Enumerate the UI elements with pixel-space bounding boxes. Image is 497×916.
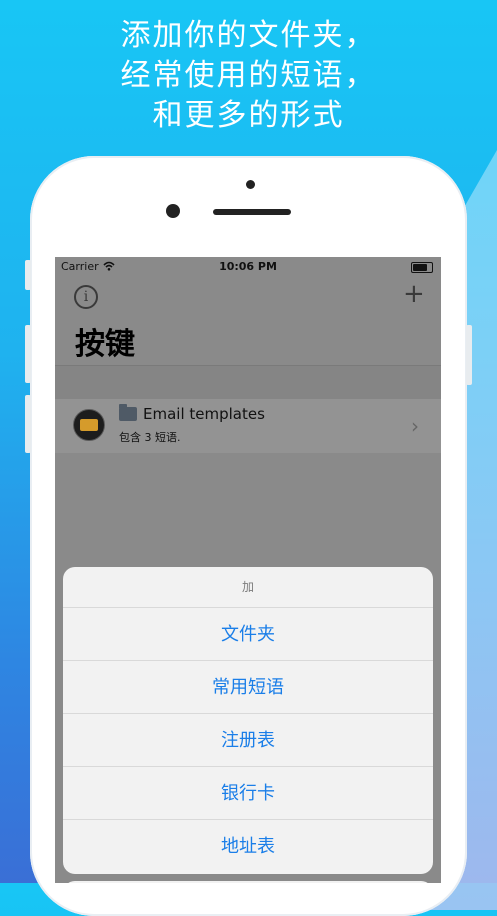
chevron-right-icon: › [411,414,419,438]
action-folder[interactable]: 文件夹 [63,607,433,661]
phone-volume-down [25,395,31,453]
folder-icon [80,419,98,431]
action-address-book[interactable]: 地址表 [63,819,433,873]
status-time: 10:06 PM [219,260,277,273]
action-registry[interactable]: 注册表 [63,713,433,767]
list-item-title: Email templates [143,405,265,423]
folder-avatar [73,409,105,441]
add-button[interactable]: + [403,281,425,307]
action-sheet: 加 文件夹 常用短语 注册表 银行卡 地址表 [63,567,433,874]
marketing-headline: 添加你的文件夹， 经常使用的短语， 和更多的形式 [0,16,497,136]
folder-emoji-icon [119,404,137,421]
headline-line-2: 经常使用的短语， [120,58,377,93]
phone-power-button [466,325,472,385]
status-bar: Carrier 10:06 PM [55,257,441,277]
phone-mute-switch [25,260,31,290]
phone-volume-up [25,325,31,383]
page-title: 按键 [75,327,135,362]
section-header [55,366,441,399]
app-screen: Carrier 10:06 PM i + 按键 Email templates … [55,257,441,883]
list-item[interactable]: Email templates 包含 3 短语. › [55,399,441,453]
front-camera [166,204,180,218]
headline-line-3: 和更多的形式 [152,98,345,133]
earpiece-speaker [213,209,291,215]
headline-line-1: 添加你的文件夹， [120,18,377,53]
battery-icon [411,262,433,273]
list-item-subtitle: 包含 3 短语. [119,431,181,444]
action-sheet-title: 加 [241,580,254,594]
action-bank-card[interactable]: 银行卡 [63,766,433,820]
action-common-phrases[interactable]: 常用短语 [63,660,433,714]
front-sensor [246,180,255,189]
info-icon[interactable]: i [74,285,98,309]
